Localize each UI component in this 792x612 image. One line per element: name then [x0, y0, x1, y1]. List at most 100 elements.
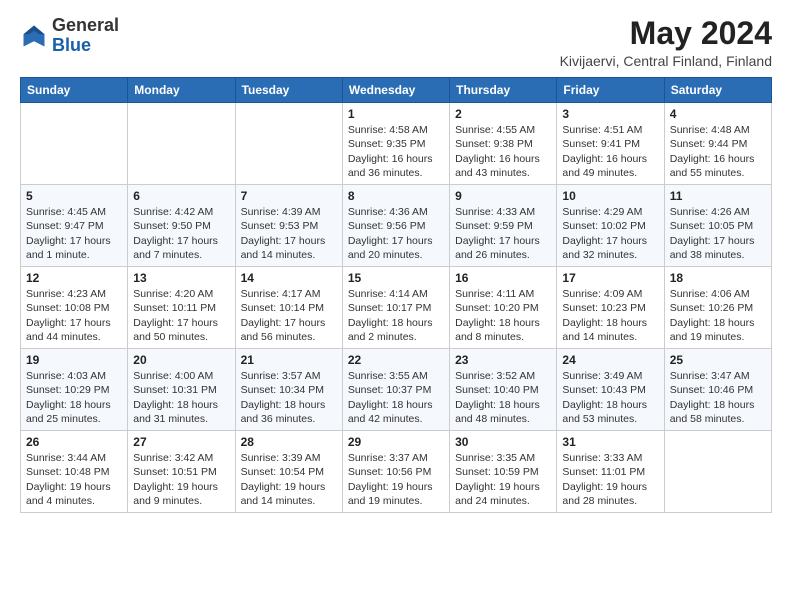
day-cell: 15 Sunrise: 4:14 AM Sunset: 10:17 PM Dayl…: [342, 267, 449, 349]
day-info: Sunrise: 3:47 AM Sunset: 10:46 PM Daylig…: [670, 369, 766, 426]
day-info: Sunrise: 3:37 AM Sunset: 10:56 PM Daylig…: [348, 451, 444, 508]
col-friday: Friday: [557, 78, 664, 103]
day-number: 10: [562, 189, 658, 203]
day-info: Sunrise: 3:57 AM Sunset: 10:34 PM Daylig…: [241, 369, 337, 426]
day-number: 13: [133, 271, 229, 285]
day-cell: 2 Sunrise: 4:55 AM Sunset: 9:38 PM Daylig…: [450, 103, 557, 185]
day-info: Sunrise: 3:39 AM Sunset: 10:54 PM Daylig…: [241, 451, 337, 508]
day-cell: 27Sunrise: 3:42 AM Sunset: 10:51 PM Dayl…: [128, 431, 235, 513]
day-number: 8: [348, 189, 444, 203]
day-number: 16: [455, 271, 551, 285]
day-number: 30: [455, 435, 551, 449]
day-number: 6: [133, 189, 229, 203]
day-info: Sunrise: 4:58 AM Sunset: 9:35 PM Dayligh…: [348, 123, 444, 180]
day-info: Sunrise: 4:42 AM Sunset: 9:50 PM Dayligh…: [133, 205, 229, 262]
day-cell: 28 Sunrise: 3:39 AM Sunset: 10:54 PM Dayl…: [235, 431, 342, 513]
day-info: Sunrise: 3:52 AM Sunset: 10:40 PM Daylig…: [455, 369, 551, 426]
day-info: Sunrise: 4:20 AM Sunset: 10:11 PM Daylig…: [133, 287, 229, 344]
day-cell: 8 Sunrise: 4:36 AM Sunset: 9:56 PM Daylig…: [342, 185, 449, 267]
day-cell: 9 Sunrise: 4:33 AM Sunset: 9:59 PM Daylig…: [450, 185, 557, 267]
day-number: 15: [348, 271, 444, 285]
day-cell: 21 Sunrise: 3:57 AM Sunset: 10:34 PM Dayl…: [235, 349, 342, 431]
day-cell: 23Sunrise: 3:52 AM Sunset: 10:40 PM Dayl…: [450, 349, 557, 431]
day-number: 25: [670, 353, 766, 367]
day-cell: 17 Sunrise: 4:09 AM Sunset: 10:23 PM Dayl…: [557, 267, 664, 349]
day-cell: 31Sunrise: 3:33 AM Sunset: 11:01 PM Dayl…: [557, 431, 664, 513]
day-info: Sunrise: 3:42 AM Sunset: 10:51 PM Daylig…: [133, 451, 229, 508]
day-number: 20: [133, 353, 229, 367]
day-info: Sunrise: 3:49 AM Sunset: 10:43 PM Daylig…: [562, 369, 658, 426]
day-info: Sunrise: 4:00 AM Sunset: 10:31 PM Daylig…: [133, 369, 229, 426]
week-row-3: 19 Sunrise: 4:03 AM Sunset: 10:29 PM Dayl…: [21, 349, 772, 431]
day-number: 18: [670, 271, 766, 285]
col-saturday: Saturday: [664, 78, 771, 103]
day-info: Sunrise: 4:29 AM Sunset: 10:02 PM Daylig…: [562, 205, 658, 262]
day-cell: 19 Sunrise: 4:03 AM Sunset: 10:29 PM Dayl…: [21, 349, 128, 431]
day-info: Sunrise: 4:55 AM Sunset: 9:38 PM Dayligh…: [455, 123, 551, 180]
day-number: 11: [670, 189, 766, 203]
calendar-header-row: Sunday Monday Tuesday Wednesday Thursday…: [21, 78, 772, 103]
day-cell: 6 Sunrise: 4:42 AM Sunset: 9:50 PM Daylig…: [128, 185, 235, 267]
day-cell: 25 Sunrise: 3:47 AM Sunset: 10:46 PM Dayl…: [664, 349, 771, 431]
day-info: Sunrise: 4:48 AM Sunset: 9:44 PM Dayligh…: [670, 123, 766, 180]
day-number: 14: [241, 271, 337, 285]
day-info: Sunrise: 3:33 AM Sunset: 11:01 PM Daylig…: [562, 451, 658, 508]
day-number: 9: [455, 189, 551, 203]
day-cell: 12 Sunrise: 4:23 AM Sunset: 10:08 PM Dayl…: [21, 267, 128, 349]
calendar: Sunday Monday Tuesday Wednesday Thursday…: [20, 77, 772, 513]
header: General Blue May 2024 Kivijaervi, Centra…: [20, 16, 772, 69]
day-info: Sunrise: 4:03 AM Sunset: 10:29 PM Daylig…: [26, 369, 122, 426]
location: Kivijaervi, Central Finland, Finland: [560, 53, 772, 69]
week-row-2: 12 Sunrise: 4:23 AM Sunset: 10:08 PM Dayl…: [21, 267, 772, 349]
page: General Blue May 2024 Kivijaervi, Centra…: [0, 0, 792, 612]
day-number: 12: [26, 271, 122, 285]
day-cell: 30Sunrise: 3:35 AM Sunset: 10:59 PM Dayl…: [450, 431, 557, 513]
day-cell: 16Sunrise: 4:11 AM Sunset: 10:20 PM Dayl…: [450, 267, 557, 349]
day-cell: 13 Sunrise: 4:20 AM Sunset: 10:11 PM Dayl…: [128, 267, 235, 349]
day-cell: 14 Sunrise: 4:17 AM Sunset: 10:14 PM Dayl…: [235, 267, 342, 349]
day-info: Sunrise: 4:33 AM Sunset: 9:59 PM Dayligh…: [455, 205, 551, 262]
day-info: Sunrise: 3:44 AM Sunset: 10:48 PM Daylig…: [26, 451, 122, 508]
logo-icon: [20, 22, 48, 50]
day-number: 29: [348, 435, 444, 449]
day-number: 3: [562, 107, 658, 121]
day-cell: 3Sunrise: 4:51 AM Sunset: 9:41 PM Daylig…: [557, 103, 664, 185]
week-row-4: 26 Sunrise: 3:44 AM Sunset: 10:48 PM Dayl…: [21, 431, 772, 513]
day-info: Sunrise: 4:06 AM Sunset: 10:26 PM Daylig…: [670, 287, 766, 344]
day-cell: 7 Sunrise: 4:39 AM Sunset: 9:53 PM Daylig…: [235, 185, 342, 267]
day-info: Sunrise: 4:23 AM Sunset: 10:08 PM Daylig…: [26, 287, 122, 344]
day-info: Sunrise: 4:36 AM Sunset: 9:56 PM Dayligh…: [348, 205, 444, 262]
day-info: Sunrise: 4:26 AM Sunset: 10:05 PM Daylig…: [670, 205, 766, 262]
day-number: 28: [241, 435, 337, 449]
logo-text: General Blue: [52, 16, 119, 56]
day-cell: 18 Sunrise: 4:06 AM Sunset: 10:26 PM Dayl…: [664, 267, 771, 349]
day-info: Sunrise: 4:17 AM Sunset: 10:14 PM Daylig…: [241, 287, 337, 344]
day-info: Sunrise: 4:14 AM Sunset: 10:17 PM Daylig…: [348, 287, 444, 344]
day-cell: [235, 103, 342, 185]
day-info: Sunrise: 4:09 AM Sunset: 10:23 PM Daylig…: [562, 287, 658, 344]
day-number: 22: [348, 353, 444, 367]
day-info: Sunrise: 3:55 AM Sunset: 10:37 PM Daylig…: [348, 369, 444, 426]
day-cell: [664, 431, 771, 513]
day-number: 24: [562, 353, 658, 367]
day-number: 1: [348, 107, 444, 121]
day-cell: 26 Sunrise: 3:44 AM Sunset: 10:48 PM Dayl…: [21, 431, 128, 513]
day-number: 26: [26, 435, 122, 449]
day-cell: [21, 103, 128, 185]
day-number: 17: [562, 271, 658, 285]
logo-blue: Blue: [52, 35, 91, 55]
day-cell: 29 Sunrise: 3:37 AM Sunset: 10:56 PM Dayl…: [342, 431, 449, 513]
day-info: Sunrise: 4:45 AM Sunset: 9:47 PM Dayligh…: [26, 205, 122, 262]
day-number: 19: [26, 353, 122, 367]
logo-general: General: [52, 15, 119, 35]
day-number: 4: [670, 107, 766, 121]
day-number: 21: [241, 353, 337, 367]
month-year: May 2024: [560, 16, 772, 51]
col-tuesday: Tuesday: [235, 78, 342, 103]
day-number: 5: [26, 189, 122, 203]
logo: General Blue: [20, 16, 119, 56]
day-info: Sunrise: 4:39 AM Sunset: 9:53 PM Dayligh…: [241, 205, 337, 262]
day-cell: 1 Sunrise: 4:58 AM Sunset: 9:35 PM Daylig…: [342, 103, 449, 185]
day-number: 2: [455, 107, 551, 121]
day-number: 7: [241, 189, 337, 203]
